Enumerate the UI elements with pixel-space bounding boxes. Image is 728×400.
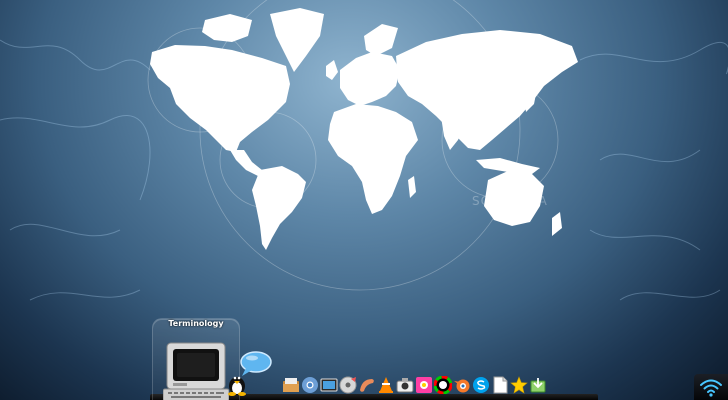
package-installer-icon [530, 378, 546, 393]
dock[interactable]: Terminology [0, 308, 728, 400]
camera-icon [396, 378, 414, 393]
star-icon [510, 376, 528, 394]
dock-item-sausage-app[interactable] [358, 376, 376, 394]
chat-bubble-icon [240, 351, 272, 376]
desktop[interactable]: SOFTPEDIA Terminology [0, 0, 728, 400]
color-wheel-icon [434, 376, 452, 394]
dock-item-file-manager[interactable] [282, 376, 300, 394]
dock-item-package-installer[interactable] [529, 376, 547, 394]
file-manager-icon [283, 378, 299, 392]
document-icon [493, 376, 508, 394]
dock-item-flower-app[interactable] [415, 376, 433, 394]
tray-wifi[interactable] [694, 374, 728, 400]
flower-app-icon [416, 377, 432, 393]
dock-item-blender[interactable] [453, 376, 471, 394]
dock-item-skype[interactable] [472, 376, 490, 394]
blender-icon [454, 379, 470, 393]
wifi-icon [700, 379, 722, 397]
dock-item-chromium-browser[interactable] [301, 376, 319, 394]
dock-item-chat[interactable] [238, 350, 272, 378]
dock-item-screenshot[interactable] [320, 376, 338, 394]
vlc-cone-icon [379, 377, 393, 393]
dock-item-camera[interactable] [396, 376, 414, 394]
skype-icon [473, 377, 489, 393]
dock-item-disc-burner[interactable] [339, 376, 357, 394]
sausage-app-icon [360, 379, 374, 392]
dock-item-document[interactable] [491, 376, 509, 394]
wallpaper-watermark: SOFTPEDIA [472, 194, 548, 208]
terminal-computer-icon [163, 342, 229, 400]
disc-burner-icon [339, 376, 357, 394]
dock-item-vlc-cone[interactable] [377, 376, 395, 394]
dock-item-color-wheel[interactable] [434, 376, 452, 394]
dock-item-star[interactable] [510, 376, 528, 394]
screenshot-icon [320, 378, 338, 392]
chromium-browser-icon [302, 377, 318, 393]
dock-item-label: Terminology [168, 319, 224, 328]
